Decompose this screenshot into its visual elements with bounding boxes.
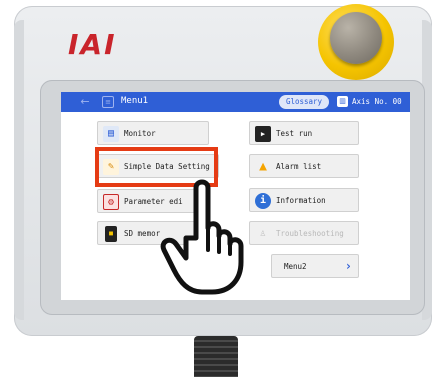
monitor-icon: ▤: [103, 126, 119, 142]
parameter-icon: ⚙: [103, 194, 119, 210]
menu-monitor[interactable]: ▤ Monitor: [97, 121, 209, 145]
menu-troubleshooting[interactable]: ♙ Troubleshooting: [249, 221, 359, 245]
menu-next-page[interactable]: Menu2 ›: [271, 254, 359, 278]
menu-icon: ≡: [102, 96, 114, 108]
chevron-right-icon: ›: [344, 259, 352, 273]
cable-connector: [194, 336, 238, 377]
menu-information[interactable]: i Information: [249, 188, 359, 212]
axis-icon: ▥: [337, 96, 348, 107]
menu-label: Troubleshooting: [276, 229, 344, 238]
emergency-stop-button[interactable]: [330, 12, 382, 64]
menu-label: SD memor: [124, 229, 161, 238]
back-arrow-icon[interactable]: ←: [77, 94, 93, 110]
housing-left-edge: [14, 20, 24, 320]
iai-logo: IAI: [68, 28, 117, 61]
menu-label: Alarm list: [276, 162, 322, 171]
test-run-icon: ▶: [255, 126, 271, 142]
menu-label: Test run: [276, 129, 313, 138]
warning-icon: ▲: [259, 159, 267, 174]
glossary-button[interactable]: Glossary: [279, 95, 329, 109]
menu-alarm-list[interactable]: ▲ Alarm list: [249, 154, 359, 178]
menu-test-run[interactable]: ▶ Test run: [249, 121, 359, 145]
title-bar: ← ≡ Menu1 Glossary ▥ Axis No. 00: [61, 92, 410, 112]
menu-label: Menu2: [284, 262, 307, 271]
menu-label: Information: [276, 196, 326, 205]
pointing-hand-icon: [160, 179, 244, 295]
screen-title: Menu1: [121, 96, 149, 106]
menu-label: Monitor: [124, 129, 156, 138]
axis-number[interactable]: Axis No. 00: [352, 97, 402, 106]
sd-card-icon: ▪: [105, 226, 117, 242]
